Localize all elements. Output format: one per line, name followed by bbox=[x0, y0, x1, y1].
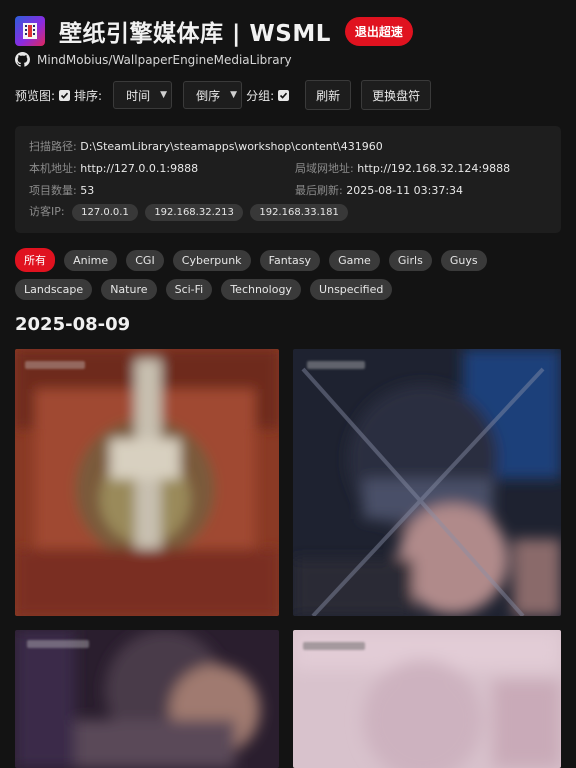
refresh-button[interactable]: 刷新 bbox=[305, 80, 352, 110]
scan-path-value: D:\SteamLibrary\steamapps\workshop\conte… bbox=[80, 140, 383, 153]
preview-label: 预览图: bbox=[15, 88, 56, 103]
header: 壁纸引擎媒体库 | WSML 退出超速 bbox=[15, 15, 561, 47]
visitor-ip-label: 访客IP: bbox=[29, 205, 65, 218]
wallpaper-card[interactable] bbox=[293, 349, 561, 616]
tag-girls[interactable]: Girls bbox=[388, 250, 432, 271]
exit-button[interactable]: 退出超速 bbox=[344, 16, 413, 46]
app-logo bbox=[15, 16, 45, 46]
group-date-heading: 2025-08-09 bbox=[15, 314, 131, 335]
visitor-ip-chip: 127.0.0.1 bbox=[72, 204, 138, 221]
wallpaper-card[interactable] bbox=[15, 630, 279, 768]
tag-anime[interactable]: Anime bbox=[64, 250, 118, 271]
sort-order-select[interactable]: 倒序 ▼ bbox=[183, 81, 243, 109]
tag-cyberpunk[interactable]: Cyberpunk bbox=[172, 250, 251, 271]
sort-order-value: 倒序 bbox=[196, 88, 221, 103]
last-refresh-label: 最后刷新: bbox=[295, 184, 343, 197]
tag-nature[interactable]: Nature bbox=[101, 279, 157, 300]
sort-field-select[interactable]: 时间 ▼ bbox=[113, 81, 173, 109]
tag-filter-bar: 所有 Anime CGI Cyberpunk Fantasy Game Girl… bbox=[15, 248, 561, 306]
sort-field-value: 时间 bbox=[126, 88, 151, 103]
tag-guys[interactable]: Guys bbox=[440, 250, 487, 271]
lan-addr-label: 局域网地址: bbox=[295, 162, 354, 175]
card-title-blur bbox=[307, 361, 365, 369]
item-count-label: 项目数量: bbox=[29, 184, 77, 197]
lan-addr-value[interactable]: http://192.168.32.124:9888 bbox=[357, 162, 510, 175]
chevron-down-icon: ▼ bbox=[230, 90, 238, 100]
local-addr-value[interactable]: http://127.0.0.1:9888 bbox=[80, 162, 198, 175]
visitor-ip-chip: 192.168.32.213 bbox=[145, 204, 243, 221]
tag-unspecified[interactable]: Unspecified bbox=[310, 279, 393, 300]
wallpaper-thumbnail bbox=[15, 630, 279, 768]
card-title-blur bbox=[25, 361, 85, 369]
info-panel: 扫描路径: D:\SteamLibrary\steamapps\workshop… bbox=[15, 126, 561, 233]
visitor-ip-chip: 192.168.33.181 bbox=[250, 204, 348, 221]
sort-label: 排序: bbox=[74, 88, 103, 103]
scan-path-label: 扫描路径: bbox=[29, 140, 77, 153]
wallpaper-card[interactable] bbox=[15, 349, 279, 616]
tag-landscape[interactable]: Landscape bbox=[15, 279, 93, 300]
tag-cgi[interactable]: CGI bbox=[126, 250, 164, 271]
wallpaper-thumbnail bbox=[293, 630, 561, 768]
tag-fantasy[interactable]: Fantasy bbox=[259, 250, 320, 271]
check-icon bbox=[60, 92, 69, 99]
group-checkbox[interactable] bbox=[278, 89, 290, 101]
wallpaper-thumbnail bbox=[293, 349, 561, 616]
group-label: 分组: bbox=[246, 88, 275, 103]
toolbar: 预览图: 排序: 时间 ▼ 倒序 ▼ 分组: 刷新 更换盘符 bbox=[15, 80, 432, 110]
last-refresh-value: 2025-08-11 03:37:34 bbox=[346, 184, 464, 197]
repo-link[interactable]: MindMobius/WallpaperEngineMediaLibrary bbox=[15, 52, 292, 67]
check-icon bbox=[280, 92, 288, 99]
tag-game[interactable]: Game bbox=[329, 250, 380, 271]
change-disk-button[interactable]: 更换盘符 bbox=[361, 80, 432, 110]
wallpaper-card[interactable] bbox=[293, 630, 561, 768]
tag-technology[interactable]: Technology bbox=[221, 279, 301, 300]
card-title-blur bbox=[303, 642, 365, 650]
github-icon bbox=[15, 52, 30, 67]
card-title-blur bbox=[27, 640, 89, 648]
item-count-value: 53 bbox=[80, 184, 95, 197]
wallpaper-thumbnail bbox=[15, 349, 279, 616]
repo-name: MindMobius/WallpaperEngineMediaLibrary bbox=[37, 52, 292, 67]
local-addr-label: 本机地址: bbox=[29, 162, 77, 175]
tag-sci-fi[interactable]: Sci-Fi bbox=[165, 279, 213, 300]
tag-all[interactable]: 所有 bbox=[15, 248, 55, 272]
chevron-down-icon: ▼ bbox=[160, 90, 168, 100]
preview-checkbox[interactable] bbox=[59, 89, 71, 101]
page-title: 壁纸引擎媒体库 | WSML bbox=[59, 21, 331, 47]
